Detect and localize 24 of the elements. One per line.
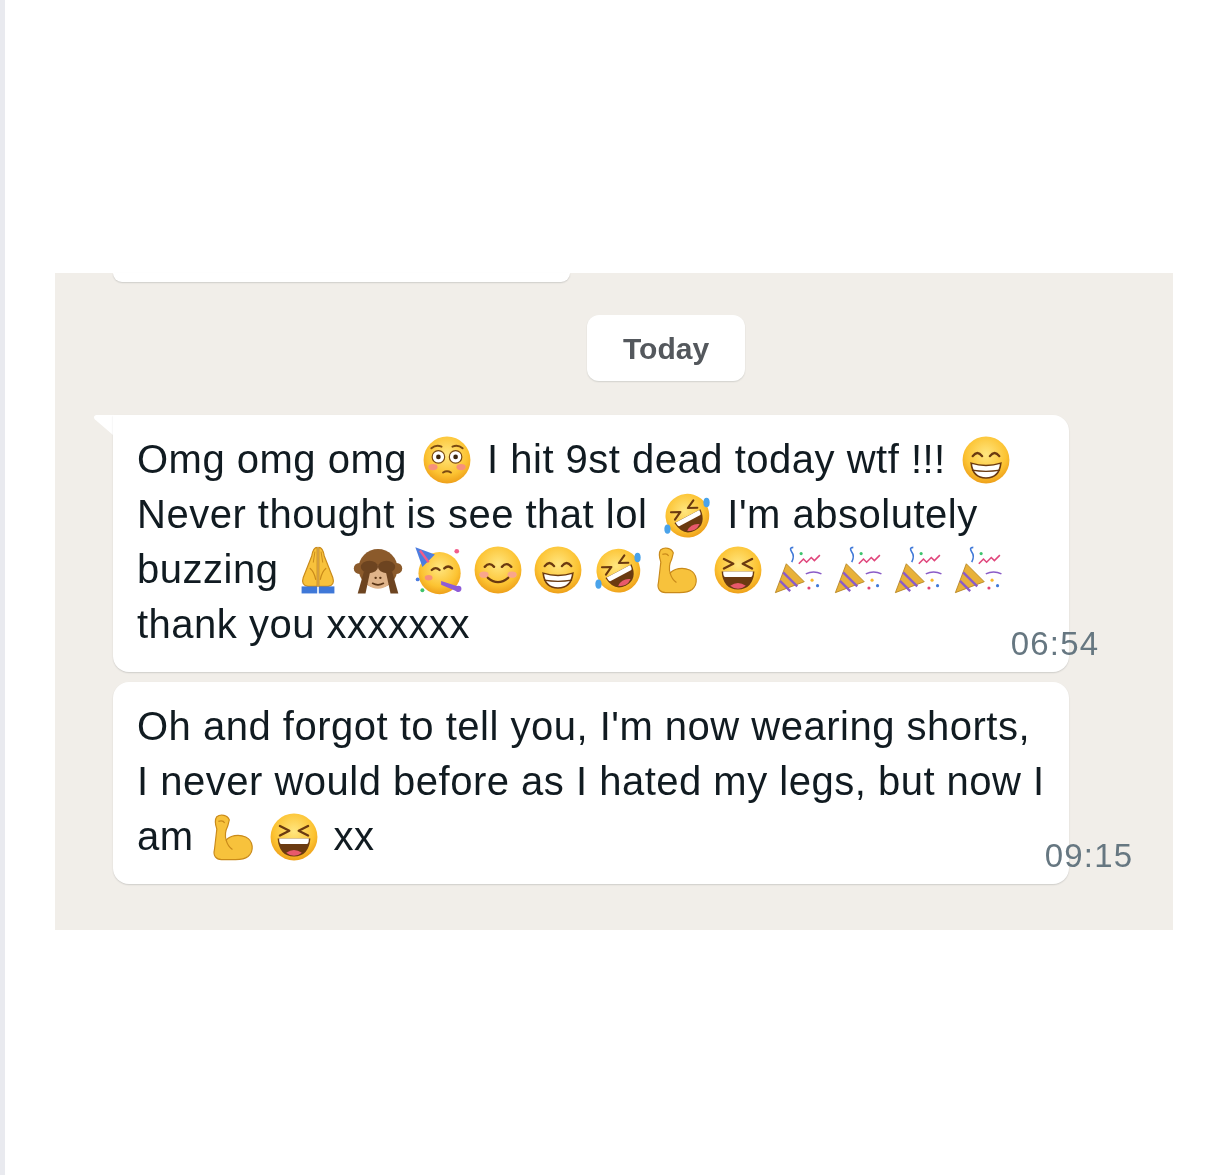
message-time: 06:54 xyxy=(1010,626,1100,662)
message-text: Oh and forgot to tell you, I'm now wearing shorts, xyxy=(137,703,1031,750)
message-text: I never would before as I hated my legs, but now I xyxy=(137,758,1045,805)
message-text: am xyxy=(137,813,194,860)
laughing-face-icon xyxy=(268,811,319,862)
party-popper-icon xyxy=(953,544,1004,595)
flushed-face-icon xyxy=(422,434,473,485)
grinning-face-icon xyxy=(533,544,584,595)
grinning-face-icon xyxy=(960,434,1011,485)
message-text: I hit 9st dead today wtf !!! xyxy=(487,436,946,483)
message-text: Omg omg omg xyxy=(137,436,408,483)
message-text: thank you xxxxxxx xyxy=(137,601,471,648)
party-popper-icon xyxy=(773,544,824,595)
party-popper-icon xyxy=(833,544,884,595)
date-chip: Today xyxy=(587,315,746,381)
smiling-face-icon xyxy=(473,544,524,595)
message-text: Never thought is see that lol xyxy=(137,491,648,538)
party-face-icon xyxy=(413,544,464,595)
party-popper-icon xyxy=(893,544,944,595)
message-time: 09:15 xyxy=(1044,838,1134,874)
laughing-face-icon xyxy=(713,544,764,595)
message-text: buzzing xyxy=(137,546,279,593)
message-text: I'm absolutely xyxy=(727,491,978,538)
message-text: xx xyxy=(333,813,375,860)
